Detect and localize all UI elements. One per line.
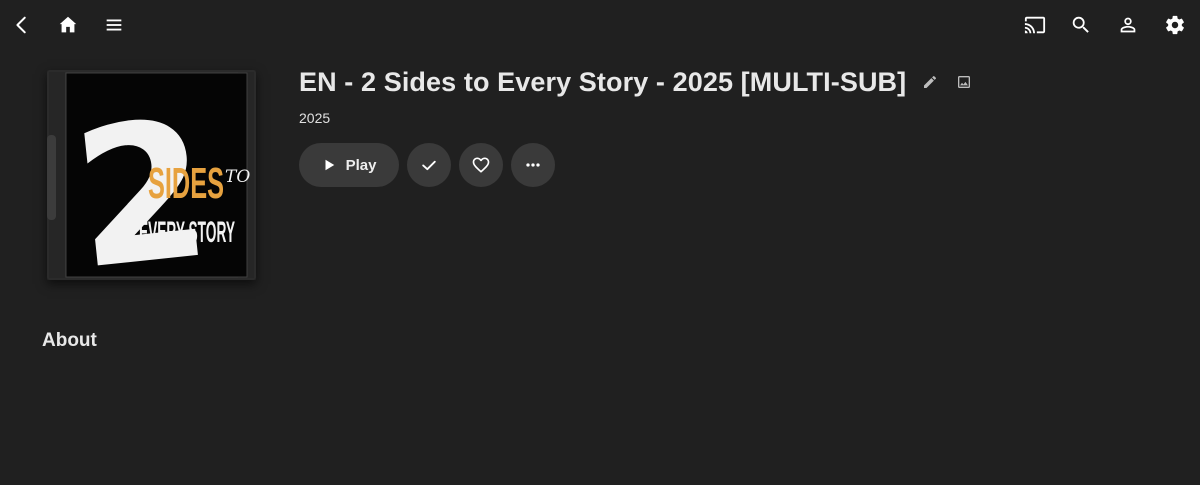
more-options-button[interactable] [511,143,555,187]
poster-word-sides: SIDES [148,159,224,208]
edit-images-button[interactable] [954,72,974,92]
search-icon [1072,16,1089,33]
poster-line-every-story: EVERY STORY [139,216,235,249]
home-button[interactable] [51,8,85,42]
menu-icon [106,19,122,31]
title-row: EN - 2 Sides to Every Story - 2025 [MULT… [299,62,974,102]
user-button[interactable] [1111,8,1145,42]
cast-button[interactable] [1018,8,1052,42]
poster-image[interactable]: 2 SIDES TO EVERY STORY [47,70,256,280]
page-title: EN - 2 Sides to Every Story - 2025 [MULT… [299,66,907,97]
edit-metadata-button[interactable] [920,72,940,92]
mark-played-button[interactable] [407,143,451,187]
top-bar [0,0,1200,52]
poster-artwork: 2 SIDES TO EVERY STORY [47,70,256,280]
about-heading: About [42,330,97,351]
image-icon [958,76,971,88]
pencil-icon [924,75,937,88]
checkmark-icon [422,160,436,171]
search-button[interactable] [1064,8,1098,42]
cast-icon [1024,16,1046,34]
poster-word-to: TO [225,167,250,187]
user-icon [1120,17,1136,33]
more-horizontal-icon [526,163,540,167]
home-icon [59,16,77,33]
play-icon [325,159,334,171]
play-button-label: Play [345,156,377,174]
play-button[interactable]: Play [299,143,399,187]
back-button[interactable] [5,8,39,42]
menu-button[interactable] [97,8,131,42]
action-buttons: Play [299,143,555,187]
back-arrow-icon [16,16,26,34]
heart-icon [472,157,490,173]
favorite-button[interactable] [459,143,503,187]
release-year: 2025 [299,110,331,126]
settings-gear-icon [1166,15,1184,35]
settings-button[interactable] [1158,8,1192,42]
